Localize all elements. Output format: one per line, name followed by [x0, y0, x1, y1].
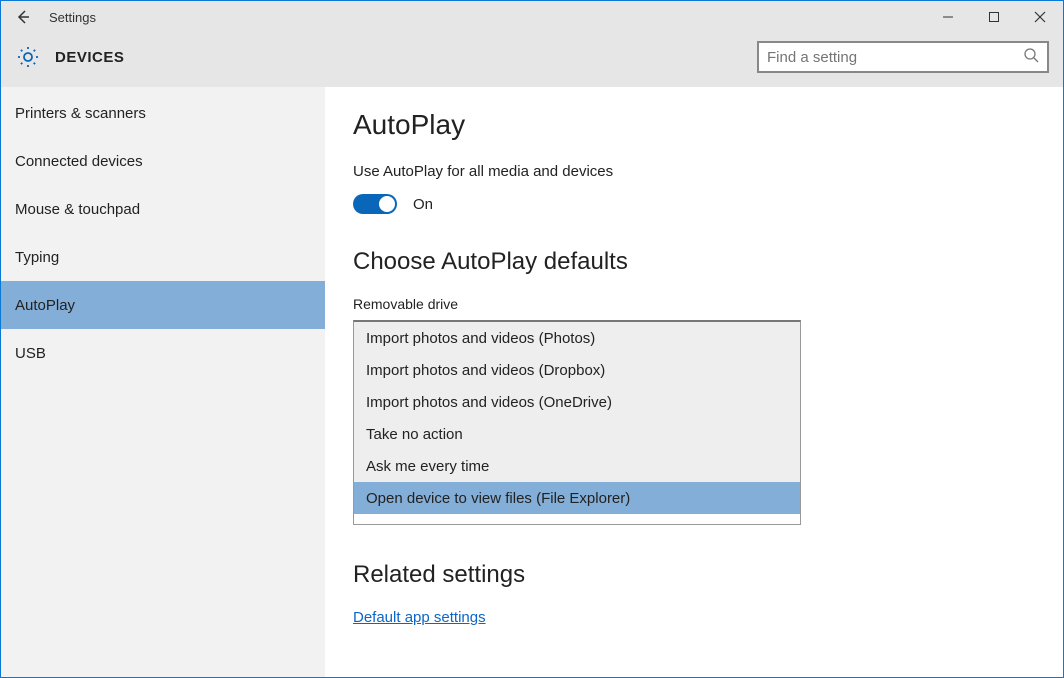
header: DEVICES [1, 33, 1063, 87]
gear-icon [15, 44, 41, 70]
autoplay-description: Use AutoPlay for all media and devices [353, 163, 1035, 180]
link-label: Default app settings [353, 609, 486, 626]
close-button[interactable] [1017, 1, 1063, 33]
body: Printers & scanners Connected devices Mo… [1, 87, 1063, 677]
dropdown-option-label: Import photos and videos (Dropbox) [366, 362, 605, 379]
search-box[interactable] [757, 41, 1049, 73]
dropdown-footer [354, 514, 800, 524]
minimize-icon [942, 11, 954, 23]
dropdown-option[interactable]: Open device to view files (File Explorer… [354, 482, 800, 514]
default-app-settings-link[interactable]: Default app settings [353, 609, 486, 626]
toggle-knob [379, 196, 395, 212]
removable-drive-dropdown[interactable]: Import photos and videos (Photos) Import… [353, 320, 801, 525]
removable-drive-label: Removable drive [353, 296, 1035, 312]
maximize-icon [988, 11, 1000, 23]
search-icon [1023, 47, 1039, 68]
settings-window: Settings DEVICES Printers & scanners Con… [0, 0, 1064, 678]
search-input[interactable] [767, 49, 1023, 66]
sidebar-item-label: Mouse & touchpad [15, 201, 140, 218]
dropdown-option[interactable]: Import photos and videos (Photos) [354, 322, 800, 354]
sidebar-item-label: USB [15, 345, 46, 362]
dropdown-option-label: Ask me every time [366, 458, 489, 475]
dropdown-option[interactable]: Ask me every time [354, 450, 800, 482]
dropdown-option-label: Import photos and videos (Photos) [366, 330, 595, 347]
maximize-button[interactable] [971, 1, 1017, 33]
arrow-left-icon [15, 9, 31, 25]
sidebar-item-connected-devices[interactable]: Connected devices [1, 137, 325, 185]
close-icon [1034, 11, 1046, 23]
content: AutoPlay Use AutoPlay for all media and … [325, 87, 1063, 677]
sidebar-item-label: AutoPlay [15, 297, 75, 314]
dropdown-option-label: Take no action [366, 426, 463, 443]
dropdown-option-label: Open device to view files (File Explorer… [366, 490, 630, 507]
dropdown-option[interactable]: Take no action [354, 418, 800, 450]
sidebar-item-mouse-touchpad[interactable]: Mouse & touchpad [1, 185, 325, 233]
sidebar-item-label: Connected devices [15, 153, 143, 170]
section-title: DEVICES [55, 49, 124, 66]
sidebar-item-typing[interactable]: Typing [1, 233, 325, 281]
window-title: Settings [45, 10, 96, 25]
defaults-heading: Choose AutoPlay defaults [353, 248, 1035, 276]
dropdown-option[interactable]: Import photos and videos (Dropbox) [354, 354, 800, 386]
dropdown-option-label: Import photos and videos (OneDrive) [366, 394, 612, 411]
sidebar-item-label: Printers & scanners [15, 105, 146, 122]
related-heading: Related settings [353, 561, 1035, 589]
page-title: AutoPlay [353, 109, 1035, 141]
minimize-button[interactable] [925, 1, 971, 33]
back-button[interactable] [1, 1, 45, 33]
sidebar-item-usb[interactable]: USB [1, 329, 325, 377]
sidebar-item-label: Typing [15, 249, 59, 266]
autoplay-toggle-row: On [353, 194, 1035, 214]
titlebar: Settings [1, 1, 1063, 33]
sidebar-item-autoplay[interactable]: AutoPlay [1, 281, 325, 329]
sidebar: Printers & scanners Connected devices Mo… [1, 87, 325, 677]
sidebar-item-printers[interactable]: Printers & scanners [1, 89, 325, 137]
autoplay-toggle[interactable] [353, 194, 397, 214]
toggle-state-label: On [413, 196, 433, 213]
dropdown-option[interactable]: Import photos and videos (OneDrive) [354, 386, 800, 418]
